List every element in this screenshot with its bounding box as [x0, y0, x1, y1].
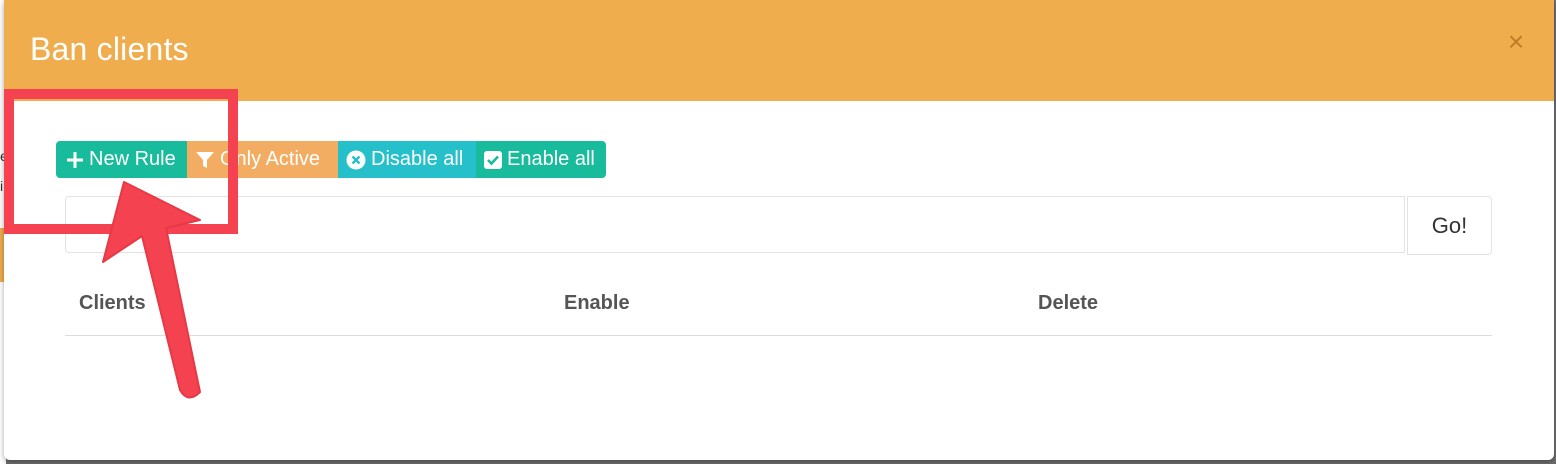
go-button[interactable]: Go!: [1407, 196, 1492, 255]
toolbar: New Rule Only Active Disable all Enable …: [56, 141, 606, 178]
column-header-clients: Clients: [79, 292, 146, 314]
search-input[interactable]: [65, 196, 1405, 253]
enable-all-label: Enable all: [507, 148, 595, 170]
ban-clients-modal: Ban clients × New Rule Only Active Disab…: [4, 0, 1554, 460]
modal-title: Ban clients: [30, 31, 189, 67]
only-active-label: Only Active: [220, 148, 321, 170]
table-header: Clients Enable Delete: [65, 280, 1492, 336]
x-circle-icon: [346, 150, 366, 170]
check-square-icon: [484, 150, 502, 169]
only-active-button[interactable]: Only Active: [187, 141, 338, 178]
enable-all-button[interactable]: Enable all: [476, 141, 606, 178]
column-header-enable: Enable: [564, 292, 630, 314]
close-icon[interactable]: ×: [1504, 28, 1528, 56]
column-header-delete: Delete: [1038, 292, 1099, 314]
disable-all-button[interactable]: Disable all: [338, 141, 476, 178]
filter-icon: [195, 150, 215, 170]
disable-all-label: Disable all: [371, 148, 464, 170]
modal-header: Ban clients ×: [4, 0, 1554, 101]
plus-icon: [66, 151, 84, 169]
new-rule-label: New Rule: [89, 148, 176, 170]
search-bar: Go!: [65, 196, 1492, 255]
new-rule-button[interactable]: New Rule: [56, 141, 187, 178]
